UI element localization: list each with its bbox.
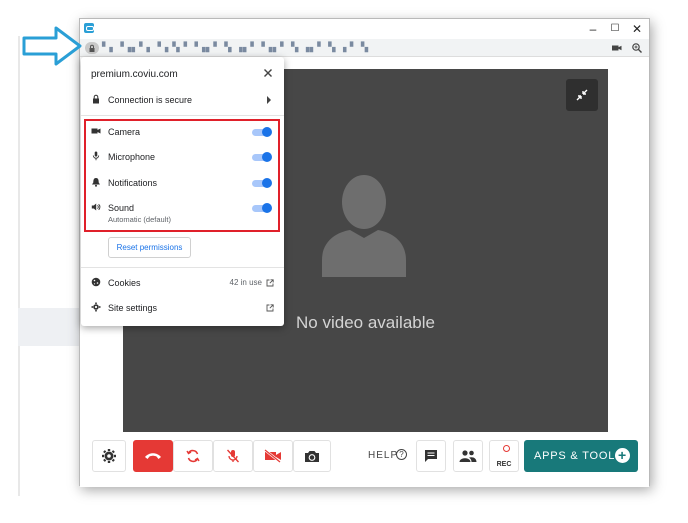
sound-toggle[interactable] xyxy=(250,203,272,213)
chat-bubble-icon xyxy=(425,450,437,462)
coviu-app-icon xyxy=(84,23,94,33)
background-window xyxy=(18,18,82,496)
settings-button[interactable] xyxy=(92,440,126,472)
camera-toggle[interactable] xyxy=(250,127,272,137)
record-label: REC xyxy=(496,461,512,468)
collapse-arrows-icon xyxy=(576,89,588,101)
camera-off-icon xyxy=(264,449,281,463)
cookies-label: Cookies xyxy=(108,278,141,288)
microphone-off-icon xyxy=(226,449,240,463)
external-link-icon xyxy=(266,279,274,287)
obscured-url-text[interactable]: ▘▖▝▗▖▘▖▝▗▝▖▘▝▗▖▘▝▖▗▖▘▝▗▖▘▝▖▗▖▘▝▖▗ ▘▝▖ xyxy=(102,42,372,53)
chat-button[interactable] xyxy=(416,440,446,472)
permission-row-microphone: Microphone xyxy=(81,150,284,164)
chevron-right-icon xyxy=(267,96,271,104)
background-window-edge xyxy=(18,36,20,496)
minimize-video-button[interactable] xyxy=(566,79,598,111)
cookies-count: 42 in use xyxy=(229,278,262,287)
mute-microphone-button[interactable] xyxy=(213,440,253,472)
site-info-popover: premium.coviu.com Connection is secure C… xyxy=(81,57,284,326)
record-dot-icon xyxy=(503,445,510,452)
minimize-button[interactable]: – xyxy=(583,21,603,37)
title-bar: – ☐ ✕ xyxy=(80,19,649,39)
speaker-icon xyxy=(91,203,101,211)
popover-divider xyxy=(81,115,284,116)
microphone-icon xyxy=(92,151,100,161)
background-window-band xyxy=(18,308,82,346)
end-call-button[interactable] xyxy=(133,440,173,472)
toggle-knob xyxy=(262,127,272,137)
help-icon[interactable]: ? xyxy=(396,449,407,460)
permission-label-sound: Sound xyxy=(108,203,135,213)
plus-icon: + xyxy=(615,448,630,463)
call-toolbar: HELP ? REC APPS & TOOLS + xyxy=(80,440,649,474)
permission-row-sound: Sound Automatic (default) xyxy=(81,201,284,227)
camera-icon xyxy=(91,128,101,134)
pointer-arrow-icon xyxy=(22,26,82,66)
stop-video-button[interactable] xyxy=(253,440,293,472)
hangup-phone-icon xyxy=(145,453,161,459)
apps-and-tools-label: APPS & TOOLS xyxy=(534,450,624,462)
permission-label-camera: Camera xyxy=(108,127,141,137)
popover-close-button[interactable] xyxy=(262,67,274,79)
lock-icon xyxy=(89,44,95,52)
gear-icon xyxy=(102,449,116,463)
camera-in-use-icon[interactable] xyxy=(611,42,623,54)
address-bar: ▘▖▝▗▖▘▖▝▗▝▖▘▝▗▖▘▝▖▗▖▘▝▗▖▘▝▖▗▖▘▝▖▗ ▘▝▖ xyxy=(80,39,649,57)
switch-camera-button[interactable] xyxy=(173,440,213,472)
permission-label-notifications: Notifications xyxy=(108,178,158,188)
bell-icon xyxy=(92,178,100,187)
permission-label-microphone: Microphone xyxy=(108,152,156,162)
apps-and-tools-button[interactable]: APPS & TOOLS + xyxy=(524,440,638,472)
maximize-button[interactable]: ☐ xyxy=(605,21,625,37)
permission-row-camera: Camera xyxy=(81,125,284,139)
record-button[interactable]: REC xyxy=(489,440,519,472)
reset-permissions-button[interactable]: Reset permissions xyxy=(108,237,191,258)
participants-button[interactable] xyxy=(453,440,483,472)
zoom-icon[interactable] xyxy=(631,42,643,54)
site-settings-row[interactable]: Site settings xyxy=(81,301,284,315)
connection-secure-label: Connection is secure xyxy=(108,95,193,105)
gear-icon xyxy=(91,302,101,312)
notifications-toggle[interactable] xyxy=(250,178,272,188)
connection-secure-row[interactable]: Connection is secure xyxy=(81,93,284,109)
site-info-button[interactable] xyxy=(85,42,99,54)
close-window-button[interactable]: ✕ xyxy=(627,21,647,37)
toggle-knob xyxy=(262,178,272,188)
close-icon xyxy=(264,69,272,77)
screenshot-stage: – ☐ ✕ ▘▖▝▗▖▘▖▝▗▝▖▘▝▗▖▘▝▖▗▖▘▝▗▖▘▝▖▗▖▘▝▖▗ … xyxy=(0,0,688,523)
toggle-knob xyxy=(262,152,272,162)
cookie-icon xyxy=(91,277,101,287)
site-host: premium.coviu.com xyxy=(91,69,178,80)
toggle-knob xyxy=(262,203,272,213)
permission-row-notifications: Notifications xyxy=(81,176,284,190)
snapshot-button[interactable] xyxy=(293,440,331,472)
microphone-toggle[interactable] xyxy=(250,152,272,162)
camera-switch-icon xyxy=(305,451,319,462)
lock-icon xyxy=(93,94,99,104)
permission-sub-sound: Automatic (default) xyxy=(108,215,171,224)
avatar-placeholder-icon xyxy=(322,175,406,277)
popover-divider xyxy=(81,267,284,268)
people-icon xyxy=(459,450,477,462)
external-link-icon xyxy=(266,304,274,312)
refresh-arrows-icon xyxy=(186,449,200,463)
site-settings-label: Site settings xyxy=(108,303,158,313)
cookies-row[interactable]: Cookies 42 in use xyxy=(81,276,284,290)
help-label[interactable]: HELP xyxy=(368,450,398,461)
